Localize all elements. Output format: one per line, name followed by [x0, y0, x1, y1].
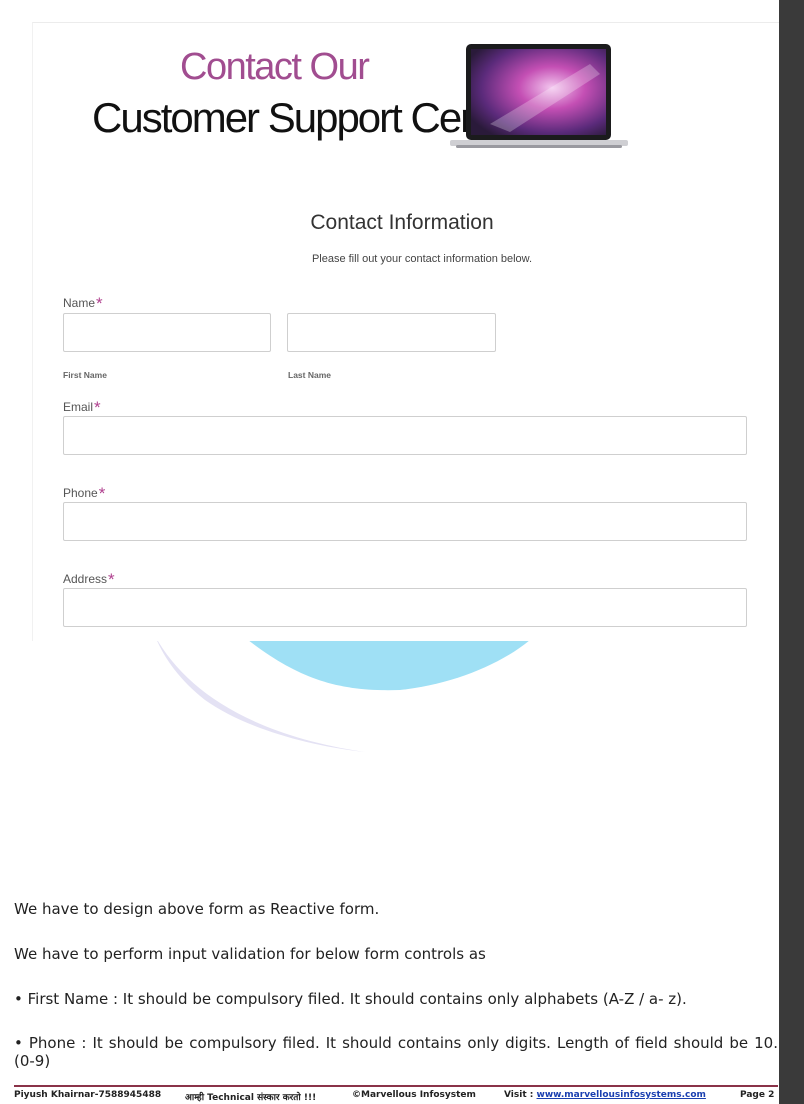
footer-website-link[interactable]: www.marvellousinfosystems.com	[537, 1090, 706, 1100]
email-input[interactable]	[63, 416, 747, 455]
page-footer: Piyush Khairnar-7588945488 आम्ही Technic…	[0, 1085, 779, 1104]
required-mark: *	[98, 484, 106, 503]
paragraph-phone-rule: • Phone : It should be compulsory filed.…	[14, 1034, 778, 1070]
paragraph-reactive-form: We have to design above form as Reactive…	[14, 900, 380, 918]
footer-rule	[14, 1085, 778, 1087]
last-name-sublabel: Last Name	[288, 370, 331, 380]
phone-label: Phone*	[63, 484, 106, 503]
phone-input[interactable]	[63, 502, 747, 541]
name-label: Name*	[63, 294, 103, 313]
required-mark: *	[108, 570, 115, 589]
footer-copyright: ©Marvellous Infosystem	[352, 1090, 476, 1100]
address-input[interactable]	[63, 588, 747, 627]
footer-visit-label: Visit :	[504, 1090, 537, 1100]
last-name-input[interactable]	[287, 313, 496, 352]
right-margin-bar	[779, 0, 804, 1104]
header-title-line1: Contact Our	[180, 46, 370, 88]
footer-author: Piyush Khairnar-7588945488	[14, 1090, 162, 1100]
paragraph-first-name-rule: • First Name : It should be compulsory f…	[14, 990, 687, 1008]
footer-tagline: आम्ही Technical संस्कार करतो !!!	[185, 1093, 317, 1103]
first-name-sublabel: First Name	[63, 370, 107, 380]
first-name-input[interactable]	[63, 313, 271, 352]
email-label: Email*	[63, 398, 101, 417]
required-mark: *	[94, 398, 101, 417]
laptop-image	[450, 44, 628, 148]
required-mark: *	[96, 294, 103, 313]
footer-visit: Visit : www.marvellousinfosystems.com	[504, 1090, 706, 1100]
section-title: Contact Information	[310, 211, 494, 234]
section-subtitle: Please fill out your contact information…	[311, 253, 533, 265]
footer-page-number: Page 2	[740, 1090, 775, 1100]
address-label: Address*	[63, 570, 115, 589]
paragraph-validation-intro: We have to perform input validation for …	[14, 945, 486, 963]
